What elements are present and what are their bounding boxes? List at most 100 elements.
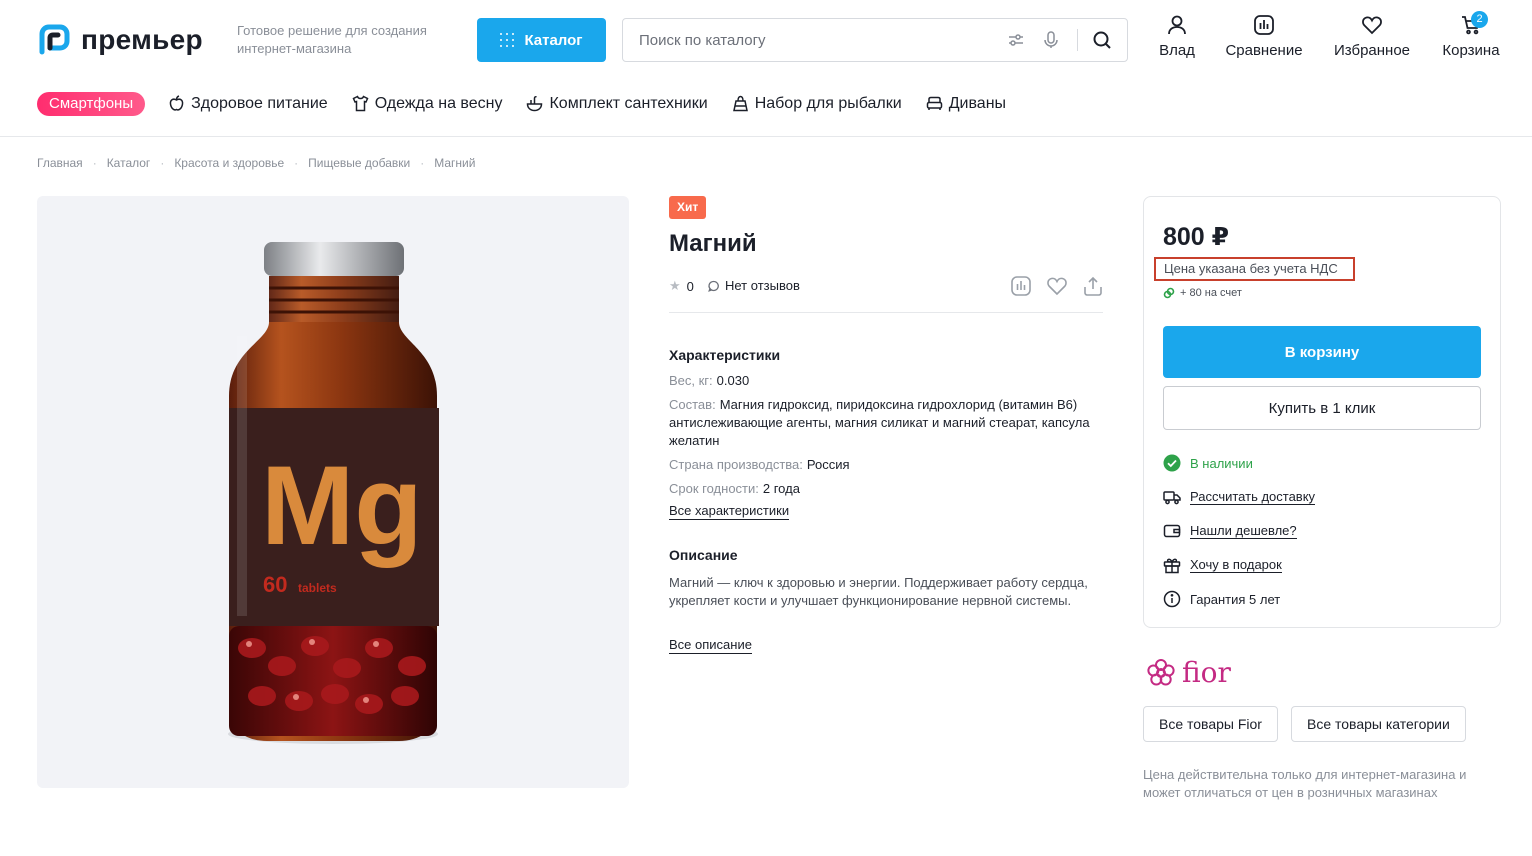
spec-key: Срок годности:: [669, 481, 759, 496]
grid-icon: [500, 33, 515, 47]
spec-key: Вес, кг:: [669, 373, 713, 388]
spec-value: 0.030: [716, 373, 750, 388]
nav-item-plumbing[interactable]: Комплект сантехники: [526, 94, 708, 113]
spec-row: Срок годности: 2 года: [669, 480, 1103, 498]
delivery-label: Рассчитать доставку: [1190, 489, 1316, 505]
user-label: Влад: [1159, 42, 1195, 59]
stock-status: В наличии: [1163, 454, 1253, 472]
stock-label: В наличии: [1190, 455, 1253, 471]
search-bar: [622, 18, 1128, 62]
breadcrumb-item[interactable]: Пищевые добавки: [308, 156, 410, 170]
nav-item-label: Диваны: [948, 94, 1007, 112]
spec-value: Магния гидроксид, пиридоксина гидрохлори…: [669, 397, 1090, 448]
share-icon[interactable]: [1082, 275, 1104, 297]
image-sub-text: tablets: [298, 581, 337, 595]
cheaper-label: Нашли дешевле?: [1190, 523, 1297, 539]
spec-value: 2 года: [762, 481, 800, 496]
search-input[interactable]: [639, 19, 999, 61]
sofa-icon: [926, 96, 942, 110]
user-icon: [1168, 15, 1186, 35]
compare-label: Сравнение: [1225, 42, 1303, 59]
bonus-points: + 80 на счет: [1163, 287, 1242, 299]
buy-one-click-button[interactable]: Купить в 1 клик: [1163, 386, 1481, 430]
bonus-text: + 80 на счет: [1180, 287, 1242, 299]
tagline: Готовое решение для создания интернет-ма…: [237, 23, 427, 56]
filter-icon[interactable]: [1006, 30, 1026, 50]
nav-item-label: Здоровое питание: [191, 94, 328, 112]
wallet-icon: [1163, 524, 1181, 538]
truck-icon: [1163, 491, 1181, 505]
spec-row: Состав: Магния гидроксид, пиридоксина гид…: [669, 396, 1103, 450]
warranty-label: Гарантия 5 лет: [1190, 591, 1281, 607]
rating-value: 0: [686, 278, 694, 294]
heart-icon: [1362, 16, 1382, 35]
image-sub-number: 60: [263, 572, 287, 597]
specs-heading: Характеристики: [669, 347, 781, 363]
all-brand-products-button[interactable]: Все товары Fior: [1143, 706, 1278, 742]
compare-icon: [1254, 15, 1274, 35]
nav-item-label: Набор для рыбалки: [754, 94, 902, 112]
image-label: Mg: [261, 443, 423, 568]
brand-name: fior: [1182, 656, 1231, 689]
delivery-link[interactable]: Рассчитать доставку: [1163, 488, 1316, 506]
logo-text: премьер: [81, 24, 203, 55]
nav-item-spring-clothes[interactable]: Одежда на весну: [352, 94, 503, 113]
nav-item-sofas[interactable]: Диваны: [926, 95, 1006, 113]
breadcrumb-item[interactable]: Главная: [37, 156, 83, 170]
breadcrumb-current: Магний: [434, 156, 476, 170]
price: 800 ₽: [1163, 223, 1230, 251]
reviews-link[interactable]: Нет отзывов: [708, 278, 800, 293]
cheaper-link[interactable]: Нашли дешевле?: [1163, 522, 1297, 540]
bonus-icon: [1163, 287, 1175, 299]
category-nav: Смартфоны Здоровое питание Одежда на вес…: [37, 91, 1030, 116]
header-divider: [0, 136, 1532, 137]
spec-key: Состав:: [669, 397, 716, 412]
logo-icon: [39, 24, 70, 55]
spec-row: Страна производства: Россия: [669, 456, 1103, 474]
flower-icon: [1147, 658, 1175, 685]
logo[interactable]: премьер: [37, 22, 203, 58]
reviews-label: Нет отзывов: [725, 278, 800, 293]
gift-link[interactable]: Хочу в подарок: [1163, 556, 1282, 574]
all-description-link[interactable]: Все описание: [669, 637, 752, 654]
catalog-button[interactable]: Каталог: [477, 18, 606, 62]
compare-icon[interactable]: [1010, 275, 1032, 297]
cart-link[interactable]: Корзина 2: [1438, 11, 1504, 59]
breadcrumb-item[interactable]: Каталог: [107, 156, 151, 170]
compare-link[interactable]: Сравнение: [1222, 14, 1306, 59]
nav-item-fishing[interactable]: Набор для рыбалки: [732, 95, 902, 113]
search-icon[interactable]: [1092, 30, 1112, 50]
breadcrumb-item[interactable]: Красота и здоровье: [174, 156, 284, 170]
brand-logo[interactable]: fior: [1146, 656, 1231, 689]
favorites-link[interactable]: Избранное: [1330, 14, 1414, 59]
spec-value: Россия: [806, 457, 850, 472]
cart-label: Корзина: [1442, 42, 1500, 59]
info-icon: [1163, 590, 1181, 608]
add-to-cart-button[interactable]: В корзину: [1163, 326, 1481, 378]
hit-badge: Хит: [669, 196, 707, 219]
spec-row: Вес, кг: 0.030: [669, 372, 1103, 390]
divider: [669, 312, 1103, 313]
heart-icon[interactable]: [1046, 275, 1068, 297]
microphone-icon[interactable]: [1041, 30, 1061, 50]
product-image[interactable]: Mg 60 tablets: [37, 196, 629, 788]
all-specs-link[interactable]: Все характеристики: [669, 503, 790, 520]
nav-promo-smartphones[interactable]: Смартфоны: [37, 91, 146, 116]
bag-icon: [732, 95, 748, 112]
check-circle-icon: [1163, 454, 1181, 472]
all-category-products-button[interactable]: Все товары категории: [1291, 706, 1466, 742]
faucet-icon: [527, 96, 543, 112]
catalog-label: Каталог: [524, 31, 583, 49]
comment-icon: [708, 280, 719, 292]
search-divider: [1077, 29, 1078, 51]
star-icon: ★: [669, 278, 681, 293]
description-heading: Описание: [669, 547, 738, 563]
spec-key: Страна производства:: [669, 457, 803, 472]
rating: ★ 0: [669, 278, 694, 294]
user-link[interactable]: Влад: [1153, 14, 1201, 59]
nav-item-label: Комплект сантехники: [549, 94, 708, 112]
nav-item-label: Одежда на весну: [374, 94, 503, 112]
nav-item-healthy-food[interactable]: Здоровое питание: [168, 95, 328, 113]
bottle-illustration: Mg 60 tablets: [228, 242, 439, 744]
breadcrumb: Главная · Каталог · Красота и здоровье · Пи…: [37, 156, 476, 170]
